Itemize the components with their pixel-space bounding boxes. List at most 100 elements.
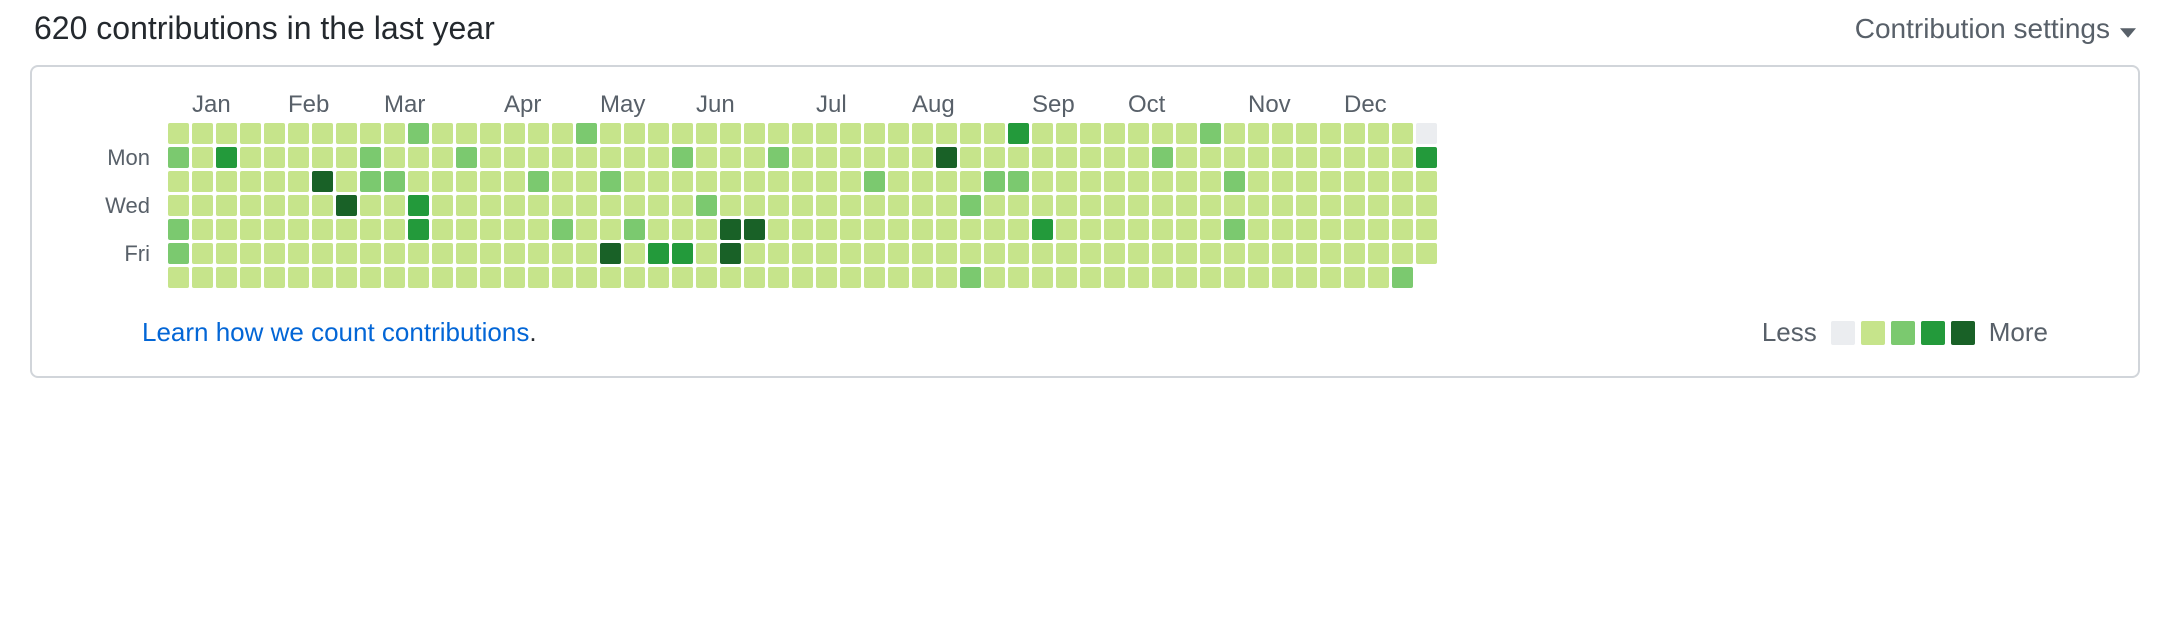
contribution-cell[interactable]	[216, 267, 237, 288]
contribution-cell[interactable]	[1128, 123, 1149, 144]
contribution-cell[interactable]	[864, 147, 885, 168]
contribution-cell[interactable]	[192, 147, 213, 168]
contribution-cell[interactable]	[1416, 147, 1437, 168]
contribution-cell[interactable]	[672, 219, 693, 240]
contribution-cell[interactable]	[864, 171, 885, 192]
contribution-cell[interactable]	[1368, 219, 1389, 240]
contribution-cell[interactable]	[816, 171, 837, 192]
contribution-cell[interactable]	[456, 243, 477, 264]
contribution-cell[interactable]	[960, 171, 981, 192]
contribution-cell[interactable]	[576, 195, 597, 216]
contribution-cell[interactable]	[888, 123, 909, 144]
contribution-cell[interactable]	[1128, 219, 1149, 240]
contribution-cell[interactable]	[888, 147, 909, 168]
contribution-cell[interactable]	[960, 219, 981, 240]
contribution-cell[interactable]	[1056, 171, 1077, 192]
contribution-cell[interactable]	[1032, 147, 1053, 168]
contribution-cell[interactable]	[600, 267, 621, 288]
contribution-cell[interactable]	[1032, 171, 1053, 192]
contribution-cell[interactable]	[1416, 171, 1437, 192]
contribution-cell[interactable]	[648, 243, 669, 264]
contribution-cell[interactable]	[672, 147, 693, 168]
contribution-cell[interactable]	[384, 147, 405, 168]
contribution-cell[interactable]	[1392, 195, 1413, 216]
contribution-cell[interactable]	[1128, 243, 1149, 264]
contribution-cell[interactable]	[456, 195, 477, 216]
contribution-cell[interactable]	[1200, 267, 1221, 288]
contribution-cell[interactable]	[1296, 171, 1317, 192]
contribution-cell[interactable]	[1080, 123, 1101, 144]
contribution-cell[interactable]	[960, 195, 981, 216]
contribution-cell[interactable]	[264, 171, 285, 192]
contribution-cell[interactable]	[384, 267, 405, 288]
contribution-cell[interactable]	[504, 195, 525, 216]
contribution-cell[interactable]	[1224, 147, 1245, 168]
contribution-cell[interactable]	[1008, 147, 1029, 168]
contribution-cell[interactable]	[264, 219, 285, 240]
contribution-cell[interactable]	[1008, 243, 1029, 264]
contribution-cell[interactable]	[816, 219, 837, 240]
contribution-cell[interactable]	[1056, 243, 1077, 264]
contribution-cell[interactable]	[912, 195, 933, 216]
contribution-cell[interactable]	[504, 123, 525, 144]
contribution-cell[interactable]	[912, 219, 933, 240]
contribution-cell[interactable]	[1320, 219, 1341, 240]
contribution-cell[interactable]	[768, 147, 789, 168]
contribution-cell[interactable]	[456, 123, 477, 144]
contribution-cell[interactable]	[1200, 219, 1221, 240]
contribution-cell[interactable]	[1176, 147, 1197, 168]
contribution-cell[interactable]	[408, 243, 429, 264]
contribution-cell[interactable]	[648, 123, 669, 144]
contribution-cell[interactable]	[1008, 123, 1029, 144]
contribution-cell[interactable]	[912, 171, 933, 192]
contribution-cell[interactable]	[168, 147, 189, 168]
contribution-cell[interactable]	[168, 267, 189, 288]
contribution-cell[interactable]	[1152, 123, 1173, 144]
contribution-cell[interactable]	[288, 147, 309, 168]
contribution-cell[interactable]	[720, 171, 741, 192]
contribution-cell[interactable]	[168, 171, 189, 192]
contribution-cell[interactable]	[1104, 243, 1125, 264]
contribution-cell[interactable]	[696, 147, 717, 168]
contribution-cell[interactable]	[456, 171, 477, 192]
contribution-cell[interactable]	[1104, 219, 1125, 240]
contribution-cell[interactable]	[744, 123, 765, 144]
contribution-cell[interactable]	[264, 195, 285, 216]
contribution-cell[interactable]	[480, 243, 501, 264]
contribution-cell[interactable]	[480, 123, 501, 144]
contribution-cell[interactable]	[1152, 219, 1173, 240]
contribution-cell[interactable]	[528, 171, 549, 192]
contribution-cell[interactable]	[360, 219, 381, 240]
contribution-cell[interactable]	[336, 267, 357, 288]
contribution-cell[interactable]	[408, 219, 429, 240]
contribution-cell[interactable]	[504, 243, 525, 264]
contribution-cell[interactable]	[744, 195, 765, 216]
contribution-cell[interactable]	[624, 195, 645, 216]
contribution-cell[interactable]	[1080, 147, 1101, 168]
contribution-cell[interactable]	[1032, 219, 1053, 240]
contribution-cell[interactable]	[1152, 147, 1173, 168]
contribution-cell[interactable]	[432, 123, 453, 144]
contribution-cell[interactable]	[336, 147, 357, 168]
contribution-cell[interactable]	[1080, 171, 1101, 192]
contribution-cell[interactable]	[408, 171, 429, 192]
contribution-cell[interactable]	[960, 243, 981, 264]
contribution-cell[interactable]	[264, 267, 285, 288]
contribution-cell[interactable]	[528, 147, 549, 168]
contribution-cell[interactable]	[1416, 123, 1437, 144]
contribution-cell[interactable]	[984, 243, 1005, 264]
contribution-cell[interactable]	[888, 195, 909, 216]
contribution-cell[interactable]	[768, 123, 789, 144]
contribution-cell[interactable]	[360, 147, 381, 168]
contribution-cell[interactable]	[984, 123, 1005, 144]
contribution-cell[interactable]	[432, 219, 453, 240]
contribution-cell[interactable]	[984, 171, 1005, 192]
contribution-cell[interactable]	[240, 195, 261, 216]
contribution-cell[interactable]	[1032, 123, 1053, 144]
contribution-cell[interactable]	[360, 195, 381, 216]
contribution-cell[interactable]	[432, 243, 453, 264]
contribution-cell[interactable]	[456, 147, 477, 168]
contribution-cell[interactable]	[648, 147, 669, 168]
contribution-cell[interactable]	[792, 171, 813, 192]
contribution-cell[interactable]	[288, 267, 309, 288]
